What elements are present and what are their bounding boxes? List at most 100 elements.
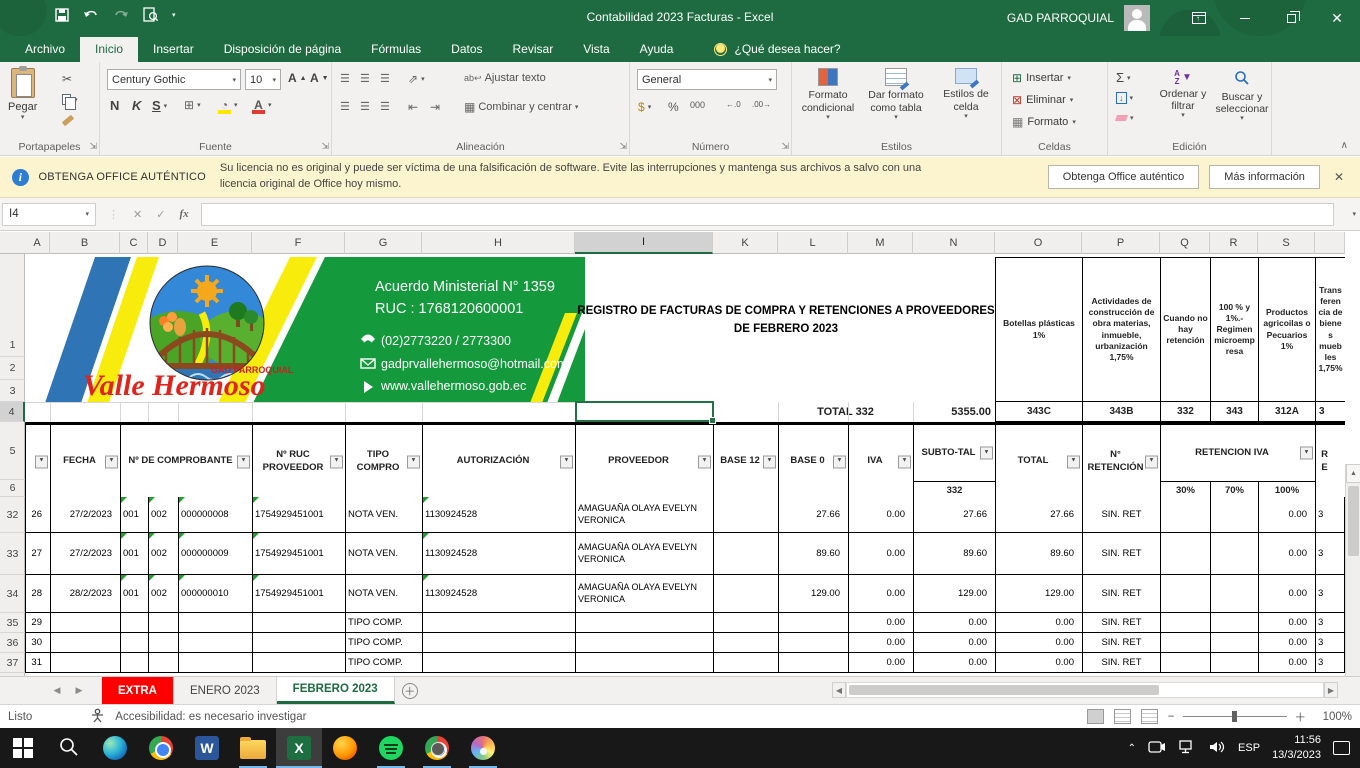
vertical-scrollbar[interactable]: ▲ ▼ bbox=[1345, 464, 1360, 676]
font-name-select[interactable]: Century Gothic ▾ bbox=[107, 69, 241, 90]
column-header-L[interactable]: L bbox=[778, 232, 848, 254]
page-break-view-icon[interactable] bbox=[1140, 709, 1158, 724]
cell-37-o[interactable]: 0.00 bbox=[995, 653, 1082, 672]
cell-35-g[interactable]: TIPO COMP. bbox=[345, 613, 422, 632]
column-header-M[interactable]: M bbox=[848, 232, 913, 254]
confirm-entry-icon[interactable]: ✓ bbox=[156, 208, 165, 221]
column-header-P[interactable]: P bbox=[1082, 232, 1160, 254]
cell-36-f[interactable] bbox=[252, 633, 345, 652]
cell-34-nn[interactable]: 129.00 bbox=[913, 575, 995, 612]
cell-37-nn[interactable]: 0.00 bbox=[913, 653, 995, 672]
cell-34-fecha[interactable]: 28/2/2023 bbox=[50, 575, 120, 612]
filter-icon[interactable]: ▼ bbox=[763, 455, 776, 468]
cell-32-h[interactable]: 1130924528 bbox=[422, 497, 575, 532]
language-indicator[interactable]: ESP bbox=[1238, 742, 1260, 754]
cell-33-t[interactable]: 3 bbox=[1315, 533, 1345, 574]
category-code-P[interactable]: 343B bbox=[1082, 402, 1160, 422]
cell-33-q[interactable] bbox=[1160, 533, 1210, 574]
selected-cell-I4[interactable] bbox=[575, 401, 716, 424]
cell-32-m[interactable]: 0.00 bbox=[848, 497, 913, 532]
cell-35-a[interactable]: 29 bbox=[25, 613, 50, 632]
cell-32-o[interactable]: 27.66 bbox=[995, 497, 1082, 532]
find-select-button[interactable]: Buscar y seleccionar ▾ bbox=[1214, 70, 1270, 123]
ribbon-tab-insertar[interactable]: Insertar bbox=[138, 37, 209, 62]
cancel-entry-icon[interactable]: ✕ bbox=[133, 208, 142, 221]
cell-36-l[interactable] bbox=[778, 633, 848, 652]
ribbon-display-options-icon[interactable] bbox=[1176, 0, 1222, 36]
merge-center-button[interactable]: ▦ Combinar y centrar ▾ bbox=[464, 100, 578, 114]
decrease-decimal-icon[interactable]: .00→ bbox=[752, 100, 771, 109]
fill-color-icon[interactable]: ◔ ▾ bbox=[218, 98, 238, 114]
align-right-icon[interactable]: ☰ bbox=[380, 100, 390, 113]
filter-icon[interactable]: ▼ bbox=[833, 455, 846, 468]
speaker-icon[interactable] bbox=[1208, 740, 1226, 757]
cell-32-q[interactable] bbox=[1160, 497, 1210, 532]
cell-36-r[interactable] bbox=[1210, 633, 1258, 652]
cell-32-c[interactable]: 001 bbox=[120, 497, 148, 532]
filter-icon[interactable]: ▼ bbox=[560, 455, 573, 468]
meet-now-icon[interactable] bbox=[1148, 740, 1166, 757]
cell-35-nn[interactable]: 0.00 bbox=[913, 613, 995, 632]
cell-37-s[interactable]: 0.00 bbox=[1258, 653, 1315, 672]
cell-33-p[interactable]: SIN. RET bbox=[1082, 533, 1160, 574]
taskbar-search-button[interactable] bbox=[46, 728, 92, 768]
cell-33-nn[interactable]: 89.60 bbox=[913, 533, 995, 574]
column-header-T[interactable] bbox=[1315, 232, 1345, 254]
category-code-T[interactable]: 3 bbox=[1315, 402, 1345, 422]
zoom-out-icon[interactable]: − bbox=[1168, 711, 1175, 723]
cell-34-m[interactable]: 0.00 bbox=[848, 575, 913, 612]
clock[interactable]: 11:56 13/3/2023 bbox=[1272, 733, 1321, 763]
font-color-icon[interactable]: A ▾ bbox=[252, 98, 272, 114]
cell-33-k[interactable] bbox=[713, 533, 778, 574]
cell-32-p[interactable]: SIN. RET bbox=[1082, 497, 1160, 532]
sheet-tab-febrero-2023[interactable]: FEBRERO 2023 bbox=[276, 677, 395, 704]
format-cells-button[interactable]: ▦ Formato ▾ bbox=[1012, 115, 1076, 129]
ribbon-tab-datos[interactable]: Datos bbox=[436, 37, 497, 62]
cell-32-e[interactable]: 000000008 bbox=[178, 497, 252, 532]
decrease-indent-icon[interactable]: ⇤ bbox=[408, 100, 418, 114]
alignment-dialog-launcher-icon[interactable]: ⇲ bbox=[619, 141, 627, 152]
underline-button[interactable]: S ▾ bbox=[152, 98, 167, 113]
sheet-nav-left-icon[interactable]: ◀ bbox=[46, 677, 68, 704]
cell-32-t[interactable]: 3 bbox=[1315, 497, 1345, 532]
cell-34-t[interactable]: 3 bbox=[1315, 575, 1345, 612]
insert-cells-button[interactable]: ⊞ Insertar ▾ bbox=[1012, 71, 1071, 85]
cell-35-s[interactable]: 0.00 bbox=[1258, 613, 1315, 632]
cell-34-g[interactable]: NOTA VEN. bbox=[345, 575, 422, 612]
cell-35-m[interactable]: 0.00 bbox=[848, 613, 913, 632]
ribbon-tab-vista[interactable]: Vista bbox=[568, 37, 624, 62]
cell-35-l[interactable] bbox=[778, 613, 848, 632]
category-code-Q[interactable]: 332 bbox=[1160, 402, 1210, 422]
ribbon-tab-revisar[interactable]: Revisar bbox=[498, 37, 569, 62]
cell-32-fecha[interactable]: 27/2/2023 bbox=[50, 497, 120, 532]
bold-button[interactable]: N bbox=[110, 98, 119, 113]
font-dialog-launcher-icon[interactable]: ⇲ bbox=[321, 141, 329, 152]
column-header-D[interactable]: D bbox=[148, 232, 178, 254]
horizontal-scrollbar[interactable]: ◀ ▶ bbox=[832, 682, 1338, 698]
cell-37-a[interactable]: 31 bbox=[25, 653, 50, 672]
header-cell-comprobante[interactable]: Nº DE COMPROBANTE ▼ bbox=[120, 424, 252, 499]
row-header-5[interactable]: 5 bbox=[0, 422, 25, 480]
header-cell-retencion_iva[interactable]: RETENCION IVA ▼ bbox=[1160, 424, 1315, 482]
filter-icon[interactable]: ▼ bbox=[898, 455, 911, 468]
format-painter-icon[interactable] bbox=[61, 114, 75, 127]
cell-37-g[interactable]: TIPO COMP. bbox=[345, 653, 422, 672]
hidden-icons-chevron[interactable]: ⌃ bbox=[1128, 743, 1136, 754]
row-header-4[interactable]: 4 bbox=[0, 402, 25, 422]
align-bottom-icon[interactable]: ☰ bbox=[380, 72, 390, 85]
cell-35-t[interactable]: 3 bbox=[1315, 613, 1345, 632]
column-header-G[interactable]: G bbox=[345, 232, 422, 254]
conditional-formatting-button[interactable]: Formato condicional ▾ bbox=[794, 68, 862, 123]
name-box[interactable]: I4 ▾ bbox=[2, 202, 96, 226]
insert-function-icon[interactable]: fx bbox=[179, 208, 188, 220]
column-header-E[interactable]: E bbox=[178, 232, 252, 254]
column-header-C[interactable]: C bbox=[120, 232, 148, 254]
cell-35-e[interactable] bbox=[178, 613, 252, 632]
zoom-level[interactable]: 100% bbox=[1316, 711, 1352, 723]
cell-32-k[interactable] bbox=[713, 497, 778, 532]
cell-37-q[interactable] bbox=[1160, 653, 1210, 672]
cell-36-d[interactable] bbox=[148, 633, 178, 652]
formula-input[interactable] bbox=[200, 202, 1335, 226]
cell-36-e[interactable] bbox=[178, 633, 252, 652]
row-header-1[interactable]: 1 bbox=[0, 334, 25, 357]
